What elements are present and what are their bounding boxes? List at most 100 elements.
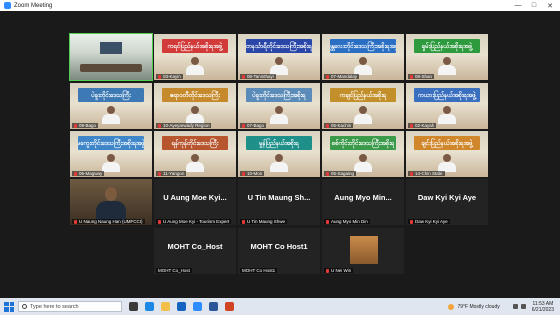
- muted-mic-icon: [326, 268, 329, 273]
- participant-label: U Naung Naung Han (UMFCCI): [72, 219, 145, 224]
- name-tile[interactable]: U Aung Moe Kyi... U Aung Moe Kyi - Touri…: [154, 179, 236, 225]
- weather-sun-icon: [448, 303, 455, 310]
- zoom-taskbar-icon[interactable]: [193, 302, 202, 311]
- participant-figure: [353, 154, 373, 172]
- video-tile[interactable]: ပဲခူးတိုင်းဒေသကြီးအစိုးရ 07-Bago: [238, 83, 320, 129]
- video-tile[interactable]: ကချင်ပြည်နယ်အစိုးရ 05-Kachin: [322, 83, 404, 129]
- participant-figure: [353, 106, 373, 124]
- participant-figure: [269, 106, 289, 124]
- participant-label: MOHT Co_Host: [156, 268, 192, 273]
- muted-mic-icon: [242, 219, 245, 224]
- participant-figure: [437, 154, 457, 172]
- file-explorer-icon[interactable]: [161, 302, 170, 311]
- name-tile[interactable]: Aung Myo Min... Aung Myo Min Din: [322, 179, 404, 225]
- window-titlebar: Zoom Meeting — □ ✕: [0, 0, 560, 11]
- participant-label: 10-Ayeyarwady Region: [156, 123, 212, 128]
- name-tile[interactable]: U Tin Maung Sh... U Tin Maung Shwe: [238, 179, 320, 225]
- name-tile[interactable]: MOHT Co_Host MOHT Co_Host: [154, 228, 236, 274]
- participant-label: 03-Kayin: [156, 74, 183, 79]
- video-tile[interactable]: ပဲခူးတိုင်းဒေသကြီး 09-Bago: [70, 83, 152, 129]
- conference-room-video: [70, 34, 152, 80]
- video-tile-room[interactable]: [69, 33, 153, 81]
- taskbar-clock[interactable]: 11:53 AM 6/21/2023: [532, 301, 554, 313]
- tile-banner: ဧရာဝတီတိုင်းဒေသကြီး: [162, 88, 228, 102]
- video-tile[interactable]: ချင်းပြည်နယ်အစိုးရအဖွဲ့ 14-Chin State: [406, 131, 488, 177]
- tile-banner: ရန်ကုန်တိုင်းဒေသကြီး: [162, 136, 228, 150]
- muted-mic-icon: [74, 123, 77, 128]
- volume-icon[interactable]: [520, 304, 526, 309]
- participant-label: U Tin Maung Shwe: [240, 219, 288, 224]
- participant-display-name: Daw Kyi Kyi Aye: [417, 193, 477, 202]
- participant-display-name: MOHT Co_Host: [167, 242, 223, 251]
- word-icon[interactable]: [209, 302, 218, 311]
- task-view-icon[interactable]: [129, 302, 138, 311]
- close-button[interactable]: ✕: [542, 0, 558, 11]
- minimize-button[interactable]: —: [510, 0, 526, 11]
- participant-display-name: U Aung Moe Kyi...: [163, 193, 227, 202]
- tile-banner: ရှမ်းပြည်နယ်အစိုးရအဖွဲ့: [414, 39, 480, 53]
- network-icon[interactable]: [512, 304, 518, 309]
- participant-label: 05-Kachin: [324, 123, 354, 128]
- video-tile-speaker[interactable]: U Naung Naung Han (UMFCCI): [70, 179, 152, 225]
- video-tile[interactable]: ကယားပြည်နယ်အစိုးရအဖွဲ့ 02-Kayah: [406, 83, 488, 129]
- muted-mic-icon: [74, 171, 77, 176]
- participant-label: 11-Yangon: [156, 171, 187, 176]
- participant-display-name: MOHT Co Host1: [250, 242, 308, 251]
- participant-label: 14-Chin State: [408, 171, 445, 176]
- muted-mic-icon: [326, 74, 329, 79]
- video-tile[interactable]: မကွေးတိုင်းဒေသကြီးအစိုးရအဖွဲ့ 06-Magway: [70, 131, 152, 177]
- participant-label: 09-Bago: [72, 123, 99, 128]
- tile-banner: မွန်ပြည်နယ်အစိုးရ: [246, 136, 312, 150]
- photo-tile[interactable]: U Nei Win: [322, 228, 404, 274]
- video-tile[interactable]: စစ်ကိုင်းတိုင်းဒေသကြီးအစိုးရ 05-Sagaing: [322, 131, 404, 177]
- tile-banner: ကယားပြည်နယ်အစိုးရအဖွဲ့: [414, 88, 480, 102]
- video-tile[interactable]: ရန်ကုန်တိုင်းဒေသကြီး 11-Yangon: [154, 131, 236, 177]
- edge-browser-icon[interactable]: [145, 302, 154, 311]
- tile-banner: မကွေးတိုင်းဒေသကြီးအစိုးရအဖွဲ့: [78, 136, 144, 150]
- taskbar-search-box[interactable]: Type here to search: [18, 301, 122, 312]
- muted-mic-icon: [74, 219, 77, 224]
- name-tile[interactable]: MOHT Co Host1 MOHT Co Host1: [238, 228, 320, 274]
- participant-label: MOHT Co Host1: [240, 268, 278, 273]
- video-tile[interactable]: တနင်္သာရီတိုင်းဒေသကြီးအစိုးရ 06-Tanintha…: [238, 34, 320, 80]
- participant-label: 02-Kayah: [408, 123, 437, 128]
- participant-figure: [185, 154, 205, 172]
- muted-mic-icon: [158, 171, 161, 176]
- tile-banner: ပဲခူးတိုင်းဒေသကြီး: [78, 88, 144, 102]
- tile-banner: ကချင်ပြည်နယ်အစိုးရ: [330, 88, 396, 102]
- participant-figure: [101, 154, 121, 172]
- tile-banner: တနင်္သာရီတိုင်းဒေသကြီးအစိုးရ: [246, 39, 312, 53]
- participant-display-name: Aung Myo Min...: [334, 193, 392, 202]
- weather-widget[interactable]: 79°F Mostly cloudy: [448, 303, 500, 310]
- powerpoint-icon[interactable]: [225, 302, 234, 311]
- search-icon: [22, 304, 27, 309]
- windows-taskbar: Type here to search 79°F Mostly cloudy 1…: [0, 298, 560, 315]
- maximize-button[interactable]: □: [526, 0, 542, 11]
- muted-mic-icon: [410, 74, 413, 79]
- muted-mic-icon: [410, 171, 413, 176]
- tile-banner: ကရင်ပြည်နယ်အစိုးရအဖွဲ့: [162, 39, 228, 53]
- windows-start-icon[interactable]: [4, 301, 14, 312]
- muted-mic-icon: [410, 219, 413, 224]
- muted-mic-icon: [410, 123, 413, 128]
- zoom-app-icon: [4, 2, 11, 9]
- window-controls: — □ ✕: [510, 0, 558, 11]
- video-tile[interactable]: မန္တလေးတိုင်းဒေသကြီးအစိုးရအဖွဲ့ 07-Manda…: [322, 34, 404, 80]
- participant-label: 10-Mon: [240, 171, 265, 176]
- muted-mic-icon: [158, 219, 161, 224]
- video-tile[interactable]: မွန်ပြည်နယ်အစိုးရ 10-Mon: [238, 131, 320, 177]
- participant-label: 08-Shan: [408, 74, 435, 79]
- participant-label: Aung Myo Min Din: [324, 219, 370, 224]
- muted-mic-icon: [158, 74, 161, 79]
- participant-figure: [101, 106, 121, 124]
- muted-mic-icon: [326, 123, 329, 128]
- tile-banner: ချင်းပြည်နယ်အစိုးရအဖွဲ့: [414, 136, 480, 150]
- video-tile[interactable]: ရှမ်းပြည်နယ်အစိုးရအဖွဲ့ 08-Shan: [406, 34, 488, 80]
- video-tile[interactable]: ဧရာဝတီတိုင်းဒေသကြီး 10-Ayeyarwady Region: [154, 83, 236, 129]
- video-tile[interactable]: ကရင်ပြည်နယ်အစိုးရအဖွဲ့ 03-Kayin: [154, 34, 236, 80]
- mail-icon[interactable]: [177, 302, 186, 311]
- muted-mic-icon: [326, 171, 329, 176]
- tile-banner: ပဲခူးတိုင်းဒေသကြီးအစိုးရ: [246, 88, 312, 102]
- name-tile[interactable]: Daw Kyi Kyi Aye Daw Kyi Kyi Aye: [406, 179, 488, 225]
- muted-mic-icon: [326, 219, 329, 224]
